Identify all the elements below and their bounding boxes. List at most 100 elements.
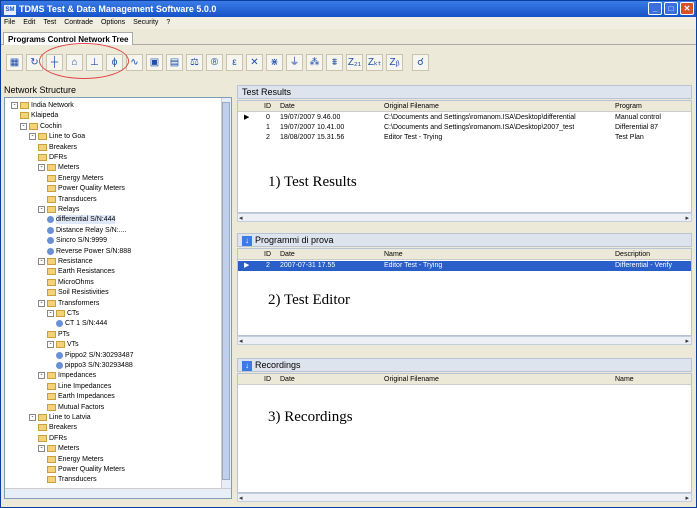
close-button[interactable]: ✕ xyxy=(680,2,694,15)
tree-horizontal-scrollbar[interactable] xyxy=(5,488,231,498)
expand-toggle-icon[interactable]: - xyxy=(29,133,36,141)
expand-toggle-icon[interactable]: - xyxy=(38,258,45,265)
menu-security[interactable]: Security xyxy=(133,17,158,29)
tree-node[interactable]: Sincro S/N:9999 xyxy=(47,236,107,245)
menu-file[interactable]: File xyxy=(4,17,15,29)
menu-contrade[interactable]: Contrade xyxy=(64,17,93,29)
expand-toggle-icon[interactable]: - xyxy=(38,299,45,307)
tree-node[interactable]: - Line to Goa xyxy=(29,132,85,141)
tree-node[interactable]: Klaipeda xyxy=(20,111,58,120)
zb-icon[interactable]: Zᵦ xyxy=(386,53,403,71)
zkt-icon[interactable]: Zₖₜ xyxy=(366,53,383,71)
col-filename[interactable]: Original Filename xyxy=(384,374,439,385)
col-description[interactable]: Description xyxy=(615,249,650,260)
impedance2-icon[interactable]: ⩩ xyxy=(326,53,343,71)
transformer-icon[interactable]: ε xyxy=(226,53,243,71)
tree-node[interactable]: Reverse Power S/N:888 xyxy=(47,247,131,256)
meter-icon[interactable]: ⌂ xyxy=(66,53,83,71)
window-icon[interactable]: ▤ xyxy=(166,53,183,71)
col-program[interactable]: Program xyxy=(615,101,642,112)
tab-programs-control[interactable]: Programs Control Network Tree xyxy=(3,32,134,45)
resistance-icon[interactable]: ® xyxy=(206,53,223,71)
table-row[interactable]: ▶ 0 19/07/2007 9.46.00 C:\Documents and Set… xyxy=(238,113,691,123)
tree-node[interactable]: - Relays xyxy=(38,205,79,214)
tree-node[interactable]: MicroOhms xyxy=(47,278,94,287)
expand-toggle-icon[interactable]: - xyxy=(11,102,18,109)
test-editor-scrollbar[interactable]: ◂ ▸ xyxy=(237,336,692,345)
scroll-right-icon[interactable]: ▸ xyxy=(685,337,689,345)
menu-help[interactable]: ? xyxy=(166,17,170,29)
tree-node[interactable]: - Line to Latvia xyxy=(29,413,91,422)
scroll-left-icon[interactable]: ◂ xyxy=(239,214,243,222)
wave-icon[interactable]: ∿ xyxy=(126,53,143,71)
binoculars-icon[interactable]: ☌ xyxy=(412,53,429,71)
menu-options[interactable]: Options xyxy=(101,17,125,29)
test-results-scrollbar[interactable]: ◂ ▸ xyxy=(237,213,692,222)
table-row[interactable]: 1 19/07/2007 10.41.00 C:\Documents and Set… xyxy=(238,123,691,133)
tree-node[interactable]: - CTs xyxy=(47,309,79,318)
ground-icon[interactable]: ⊥ xyxy=(86,53,103,71)
tree-node[interactable]: - Resistance xyxy=(38,257,93,266)
tree-node[interactable]: Earth Resistances xyxy=(47,267,115,276)
tree-node[interactable]: - Meters xyxy=(38,444,79,453)
ground-bar-icon[interactable]: ⏚ xyxy=(286,53,303,71)
grid-icon[interactable]: ▦ xyxy=(6,53,23,71)
tree-node[interactable]: Line Impedances xyxy=(47,382,111,391)
scroll-left-icon[interactable]: ◂ xyxy=(239,494,243,502)
tree-vertical-scrollbar[interactable] xyxy=(221,98,231,498)
col-filename[interactable]: Original Filename xyxy=(384,101,439,112)
tree-node[interactable]: - Meters xyxy=(38,163,79,172)
tree-node[interactable]: differential S/N:444 xyxy=(47,215,116,225)
tree-node[interactable]: Soil Resistivities xyxy=(47,288,109,297)
download-icon[interactable]: ↓ xyxy=(242,360,252,371)
circuit-breaker-icon[interactable]: ┼ xyxy=(46,53,63,71)
scroll-left-icon[interactable]: ◂ xyxy=(239,337,243,345)
tree-node[interactable]: - India Network xyxy=(11,101,74,110)
tree-node[interactable]: Transducers xyxy=(47,195,97,204)
impedance-icon[interactable]: ⁂ xyxy=(306,53,323,71)
tree-node[interactable]: DFRs xyxy=(38,153,67,162)
tree-node[interactable]: Energy Meters xyxy=(47,455,104,464)
expand-toggle-icon[interactable]: - xyxy=(38,164,45,172)
refresh-icon[interactable]: ↻ xyxy=(26,53,43,71)
col-date[interactable]: Date xyxy=(280,101,295,112)
expand-toggle-icon[interactable]: - xyxy=(47,310,54,317)
tree-node[interactable]: Energy Meters xyxy=(47,174,104,183)
tree-node[interactable]: Breakers xyxy=(38,423,77,432)
scale-icon[interactable]: ⚖ xyxy=(186,53,203,71)
coil-icon[interactable]: ⋇ xyxy=(266,53,283,71)
minimize-button[interactable]: _ xyxy=(648,2,662,15)
tree-node[interactable]: Earth Impedances xyxy=(47,392,115,401)
menu-test[interactable]: Test xyxy=(43,17,56,29)
menu-edit[interactable]: Edit xyxy=(23,17,35,29)
tree-node[interactable]: - Impedances xyxy=(38,371,96,380)
col-date[interactable]: Date xyxy=(280,249,295,260)
download-icon[interactable]: ↓ xyxy=(242,235,252,246)
expand-toggle-icon[interactable]: - xyxy=(38,206,45,213)
cross-icon[interactable]: ✕ xyxy=(246,53,263,71)
tree-node[interactable]: pippo3 S/N:30293488 xyxy=(56,361,133,370)
tree-node[interactable]: Pippo2 S/N:30293487 xyxy=(56,351,134,360)
scroll-right-icon[interactable]: ▸ xyxy=(685,494,689,502)
tree-node[interactable]: Mutual Factors xyxy=(47,403,104,412)
z21-icon[interactable]: Z₂₁ xyxy=(346,53,363,71)
tree-scroll-thumb[interactable] xyxy=(222,102,230,480)
tree-node[interactable]: Power Quality Meters xyxy=(47,184,125,193)
recordings-scrollbar[interactable]: ◂ ▸ xyxy=(237,493,692,502)
tree-node[interactable]: Transducers xyxy=(47,475,97,484)
col-id[interactable]: ID xyxy=(264,249,271,260)
scroll-right-icon[interactable]: ▸ xyxy=(685,214,689,222)
expand-toggle-icon[interactable]: - xyxy=(47,341,54,349)
screen-icon[interactable]: ▣ xyxy=(146,53,163,71)
col-name[interactable]: Name xyxy=(384,249,403,260)
maximize-button[interactable]: □ xyxy=(664,2,678,15)
tree-node[interactable]: DFRs xyxy=(38,434,67,443)
voltage-icon[interactable]: ϕ xyxy=(106,53,123,71)
tree-node[interactable]: - VTs xyxy=(47,340,79,349)
table-row[interactable]: ▶ 2 2007-07-31 17.55 Editor Test - Trying Di… xyxy=(238,261,691,271)
col-date[interactable]: Date xyxy=(280,374,295,385)
expand-toggle-icon[interactable]: - xyxy=(38,372,45,380)
table-row[interactable]: 2 18/08/2007 15.31.56 Editor Test - Trying… xyxy=(238,133,691,143)
expand-toggle-icon[interactable]: - xyxy=(38,445,45,453)
expand-toggle-icon[interactable]: - xyxy=(20,122,27,130)
